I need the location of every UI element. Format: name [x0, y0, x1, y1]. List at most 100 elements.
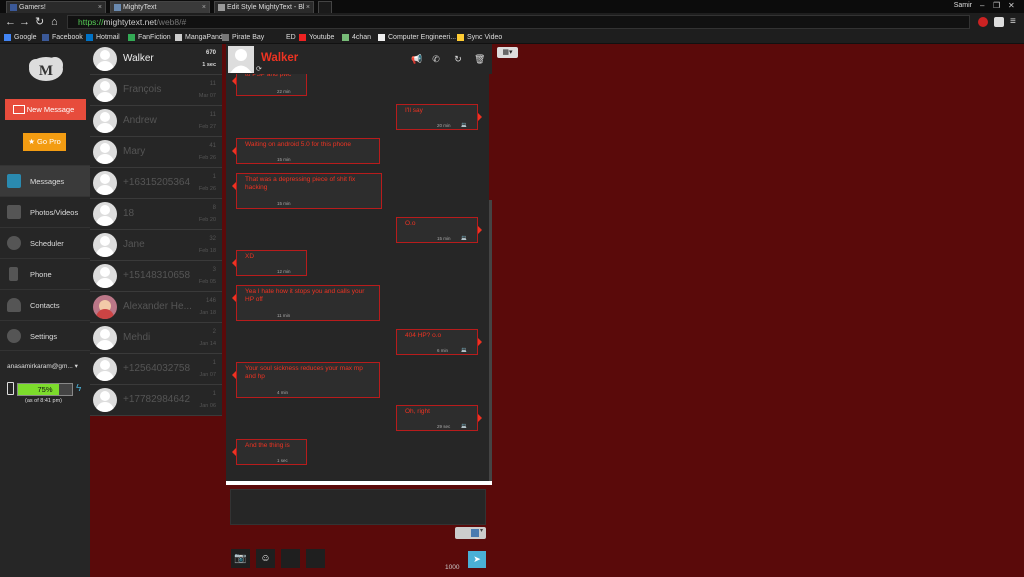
- conversation-item[interactable]: François 11 Mar 07: [90, 75, 222, 106]
- home-icon[interactable]: ⌂: [51, 15, 58, 29]
- nav-contacts[interactable]: Contacts: [0, 289, 90, 320]
- address-bar[interactable]: https://mightytext.net/web8/#: [67, 15, 970, 29]
- emoji-button[interactable]: ☺: [256, 549, 275, 568]
- message-count: 670: [205, 50, 216, 56]
- extension-icon[interactable]: [978, 17, 988, 27]
- incoming-message[interactable]: Your soul sickness reduces your max mp a…: [232, 362, 380, 398]
- close-window-icon[interactable]: ✕: [1008, 0, 1015, 12]
- attachment-slot[interactable]: [306, 549, 325, 568]
- forward-icon[interactable]: →: [19, 15, 30, 29]
- conversation-item[interactable]: Andrew 11 Feb 27: [90, 106, 222, 137]
- go-pro-button[interactable]: ★ Go Pro: [23, 133, 66, 151]
- browser-tab[interactable]: Gamers! ×: [6, 1, 106, 13]
- outgoing-message[interactable]: 404 HP? o.o 6 min 💻: [396, 329, 482, 355]
- contact-avatar[interactable]: [228, 46, 254, 73]
- thread-scrollbar[interactable]: [489, 200, 492, 481]
- message-input[interactable]: [230, 489, 486, 525]
- compose-icon: [13, 105, 25, 114]
- attachment-slot[interactable]: [281, 549, 300, 568]
- megaphone-icon[interactable]: 📢: [411, 54, 422, 64]
- menu-icon[interactable]: ≡: [1010, 15, 1016, 29]
- conversation-item[interactable]: Mehdi 2 Jan 14: [90, 323, 222, 354]
- account-selector[interactable]: anasamirkaram@gm... ▾: [7, 362, 78, 371]
- refresh-icon[interactable]: ↻: [453, 54, 463, 64]
- bookmark-google[interactable]: Google: [4, 32, 37, 43]
- camera-button[interactable]: 📷: [231, 549, 250, 568]
- message-time: 1 sec: [277, 458, 288, 463]
- browser-toolbar: ← → ↻ ⌂ https://mightytext.net/web8/# ≡: [0, 13, 1024, 31]
- view-toggle-button[interactable]: ▦▾: [497, 47, 518, 58]
- conversation-item[interactable]: Mary 41 Feb 26: [90, 137, 222, 168]
- nav-scheduler[interactable]: Scheduler: [0, 227, 90, 258]
- close-icon[interactable]: ×: [98, 2, 102, 13]
- default-avatar-icon: [93, 388, 117, 412]
- browser-tab-active[interactable]: MightyText ×: [110, 1, 210, 13]
- incoming-message[interactable]: Yea I hate how it stops you and calls yo…: [232, 285, 380, 321]
- svg-text:M: M: [39, 63, 53, 79]
- conversation-item[interactable]: 18 8 Feb 20: [90, 199, 222, 230]
- incoming-message[interactable]: XD 12 min: [232, 250, 307, 276]
- incoming-message[interactable]: to PSP and pwc 22 min: [232, 74, 307, 96]
- outgoing-message[interactable]: I'll say 20 min 💻: [396, 104, 482, 130]
- nav-label: Photos/Videos: [30, 208, 79, 217]
- maximize-icon[interactable]: ❐: [993, 0, 1000, 12]
- conversation-item[interactable]: +15148310658 3 Feb 05: [90, 261, 222, 292]
- browser-tab[interactable]: Edit Style MightyText - Bl ×: [214, 1, 314, 13]
- conversation-name: Andrew: [123, 115, 157, 126]
- conversation-item[interactable]: Alexander He... 146 Jan 18: [90, 292, 222, 323]
- bookmark-ed[interactable]: ED: [276, 32, 296, 43]
- bookmark-4chan[interactable]: 4chan: [342, 32, 371, 43]
- piratebay-icon: [222, 34, 229, 41]
- bookmark-label: 4chan: [352, 34, 372, 41]
- minimize-icon[interactable]: –: [980, 0, 984, 12]
- contact-photo: [93, 295, 117, 319]
- default-avatar-icon: [93, 140, 117, 164]
- close-icon[interactable]: ×: [202, 2, 206, 13]
- extension-badge-icon[interactable]: [994, 17, 1004, 27]
- close-icon[interactable]: ×: [306, 2, 310, 13]
- bookmark-label: Pirate Bay: [232, 34, 265, 41]
- message-time: 20 min: [437, 123, 451, 128]
- page-icon: [378, 34, 385, 41]
- bookmark-mangapanda[interactable]: MangaPanda: [175, 32, 227, 43]
- bookmark-sync-video[interactable]: Sync Video: [457, 32, 502, 43]
- bookmark-piratebay[interactable]: Pirate Bay: [222, 32, 264, 43]
- new-tab-button[interactable]: [318, 1, 332, 13]
- bookmark-facebook[interactable]: Facebook: [42, 32, 83, 43]
- nav-messages[interactable]: Messages: [0, 165, 90, 196]
- incoming-message[interactable]: And the thing is 1 sec: [232, 439, 307, 465]
- send-button[interactable]: ➤: [468, 551, 486, 568]
- bookmark-fanfiction[interactable]: FanFiction: [128, 32, 171, 43]
- profile-name[interactable]: Samir: [954, 0, 972, 12]
- nav-settings[interactable]: Settings: [0, 320, 90, 351]
- battery-timestamp: (as of 8:41 pm): [25, 398, 62, 404]
- nav-photos-videos[interactable]: Photos/Videos: [0, 196, 90, 227]
- outgoing-message[interactable]: O.o 15 min 💻: [396, 217, 482, 243]
- template-button[interactable]: ▾: [455, 527, 486, 539]
- chat-contact-name: Walker: [261, 52, 299, 64]
- conversation-time: Feb 05: [198, 279, 216, 285]
- incoming-message[interactable]: That was a depressing piece of shit fix …: [232, 173, 382, 209]
- phone-call-icon[interactable]: ✆: [431, 54, 441, 64]
- back-icon[interactable]: ←: [5, 15, 16, 29]
- bookmark-hotmail[interactable]: Hotmail: [86, 32, 120, 43]
- bookmark-computer-engineering[interactable]: Computer Engineeri...: [378, 32, 456, 43]
- trash-icon[interactable]: 🗑: [474, 54, 485, 64]
- avatar-edit-icon[interactable]: ⟳: [256, 65, 262, 73]
- battery-percent: 75%: [37, 385, 53, 394]
- new-message-button[interactable]: New Message: [5, 99, 86, 120]
- conversation-item[interactable]: +12564032758 1 Jan 07: [90, 354, 222, 385]
- bookmark-youtube[interactable]: Youtube: [299, 32, 334, 43]
- battery-status: 75% ϟ (as of 8:41 pm): [7, 381, 87, 411]
- mangapanda-icon: [175, 34, 182, 41]
- reload-icon[interactable]: ↻: [35, 15, 44, 29]
- incoming-message[interactable]: Waiting on android 5.0 for this phone 15 …: [232, 138, 380, 164]
- conversation-item[interactable]: +16315205364 1 Feb 26: [90, 168, 222, 199]
- message-text: That was a depressing piece of shit fix …: [245, 176, 356, 191]
- outgoing-message[interactable]: Oh, right 29 sec 💻: [396, 405, 482, 431]
- conversation-item[interactable]: Jane 32 Feb 18: [90, 230, 222, 261]
- nav-phone[interactable]: Phone: [0, 258, 90, 289]
- conversation-item[interactable]: +17782984642 1 Jan 06: [90, 385, 222, 416]
- conversation-item[interactable]: Walker 670 1 sec: [90, 44, 222, 75]
- conversation-name: +12564032758: [123, 363, 191, 374]
